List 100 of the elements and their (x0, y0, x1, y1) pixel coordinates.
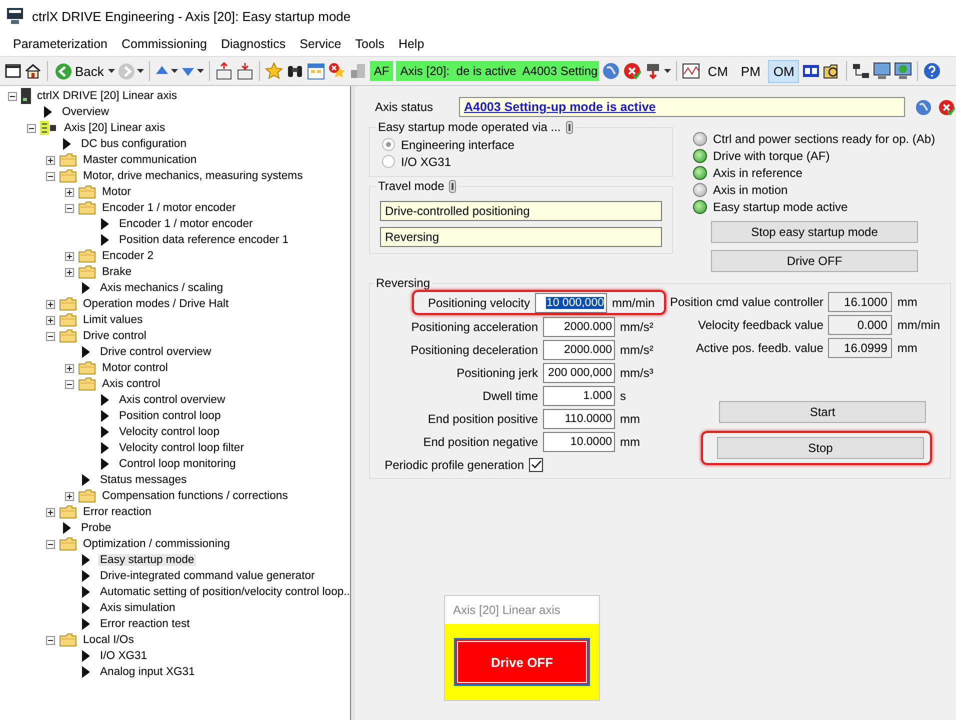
tree-item[interactable]: Position data reference encoder 1 (117, 234, 291, 246)
tree-item[interactable]: Brake (100, 266, 134, 278)
tree-item[interactable]: Compensation functions / corrections (100, 490, 290, 502)
collapse-icon[interactable] (8, 92, 17, 100)
arrow-up-icon[interactable] (154, 65, 169, 77)
action-button[interactable]: Start (719, 401, 926, 423)
menu-item[interactable]: Tools (348, 37, 392, 51)
chart-icon[interactable] (682, 63, 700, 79)
tree-item[interactable]: ctrlX DRIVE [20] Linear axis (35, 90, 180, 102)
menu-item[interactable]: Service (292, 37, 348, 51)
caret-icon[interactable] (136, 69, 144, 73)
collapse-icon[interactable] (46, 332, 55, 340)
tree-item[interactable]: Easy startup mode (98, 554, 196, 566)
action-button[interactable]: Drive OFF (711, 250, 918, 272)
tree-item[interactable]: Overview (60, 106, 112, 118)
tree-item[interactable]: Control loop monitoring (117, 458, 238, 470)
globe-icon[interactable] (915, 98, 932, 116)
tree-item[interactable]: Axis control overview (117, 394, 228, 406)
input-field[interactable]: 2000.000 (543, 316, 615, 336)
arrow-down-icon[interactable] (180, 65, 195, 77)
network-icon[interactable] (852, 62, 870, 80)
globe-icon[interactable] (602, 62, 620, 80)
tree-item[interactable]: Master communication (81, 154, 199, 166)
tree-item[interactable]: Drive control overview (98, 346, 214, 358)
mode-button[interactable]: PM (736, 60, 766, 82)
tree-item[interactable]: Optimization / commissioning (81, 538, 232, 550)
computer-sync-icon[interactable] (894, 62, 912, 80)
expand-icon[interactable] (46, 508, 55, 516)
expand-icon[interactable] (65, 188, 74, 196)
caret-icon[interactable] (196, 69, 204, 73)
input-field[interactable]: 10.0000 (543, 432, 615, 452)
collapse-icon[interactable] (27, 124, 36, 132)
window-icon[interactable] (5, 63, 21, 79)
star-error-icon[interactable] (328, 62, 346, 80)
action-button[interactable]: Stop easy startup mode (711, 221, 918, 243)
input-field[interactable]: 10 000,000 (535, 292, 607, 312)
tree-item[interactable]: Position control loop (117, 410, 223, 422)
menu-item[interactable]: Parameterization (6, 37, 114, 51)
mode-button[interactable]: OM (768, 60, 800, 82)
collapse-icon[interactable] (65, 380, 74, 388)
computer-icon[interactable] (873, 62, 892, 80)
tree-item[interactable]: Motor, drive mechanics, measuring systems (81, 170, 305, 182)
tree-item[interactable]: Status messages (98, 474, 189, 486)
input-field[interactable]: 2000.000 (543, 340, 615, 360)
expand-icon[interactable] (46, 156, 55, 164)
document-upload-icon[interactable] (214, 62, 233, 80)
checkbox[interactable] (529, 458, 543, 472)
star-icon[interactable] (264, 62, 283, 80)
collapse-icon[interactable] (46, 636, 55, 644)
tree-item[interactable]: Axis mechanics / scaling (98, 282, 226, 294)
expand-icon[interactable] (46, 316, 55, 324)
mode-button[interactable]: CM (702, 60, 733, 82)
tree-item[interactable]: Axis [20] Linear axis (62, 122, 168, 134)
tree-item[interactable]: I/O XG31 (98, 650, 150, 662)
input-field[interactable]: 110.0000 (543, 408, 615, 428)
action-button[interactable]: Stop (717, 437, 924, 459)
expand-icon[interactable] (65, 492, 74, 500)
menu-item[interactable]: Commissioning (114, 37, 214, 51)
radio-button[interactable] (382, 155, 395, 168)
tree-item[interactable]: Error reaction (81, 506, 154, 518)
tree-item[interactable]: Probe (79, 522, 114, 534)
home-icon[interactable] (24, 63, 42, 79)
tree-item[interactable]: Drive control (81, 330, 148, 342)
tree-item[interactable]: Encoder 1 / motor encoder (117, 218, 255, 230)
tree-item[interactable]: Local I/Os (81, 634, 136, 646)
expand-icon[interactable] (65, 364, 74, 372)
tree-item[interactable]: Axis simulation (98, 602, 178, 614)
tree-item[interactable]: Motor (100, 186, 133, 198)
parameter-icon[interactable] (802, 64, 820, 78)
menu-item[interactable]: Help (391, 37, 432, 51)
document-download-icon[interactable] (236, 62, 254, 80)
tree-item[interactable]: Drive-integrated command value generator (98, 570, 317, 582)
tree-item[interactable]: Motor control (100, 362, 170, 374)
tree-item[interactable]: Axis control (100, 378, 162, 390)
caret-icon[interactable] (664, 69, 671, 73)
expand-icon[interactable] (65, 252, 74, 260)
tree-item[interactable]: Automatic setting of position/velocity control loop... (98, 586, 356, 598)
radio-button[interactable] (382, 138, 395, 151)
expand-icon[interactable] (46, 300, 55, 308)
input-field[interactable]: 200 000,000 (543, 362, 615, 382)
error-check-icon[interactable] (622, 62, 641, 80)
collapse-icon[interactable] (46, 172, 55, 180)
collapse-icon[interactable] (46, 540, 55, 548)
error-check-icon[interactable] (938, 98, 955, 116)
menu-item[interactable]: Diagnostics (214, 37, 293, 51)
status-link[interactable]: A4003 Setting-up mode is active (464, 100, 656, 114)
tree-item[interactable]: DC bus configuration (79, 138, 188, 150)
tree-item[interactable]: Error reaction test (98, 618, 192, 630)
tree-item[interactable]: Velocity control loop (117, 426, 222, 438)
input-field[interactable]: 1.000 (543, 386, 615, 406)
tree-item[interactable]: Velocity control loop filter (117, 442, 246, 454)
calendar-icon[interactable] (306, 62, 325, 80)
tree-item[interactable]: Encoder 2 (100, 250, 156, 262)
drive-off-button[interactable]: Drive OFF (454, 638, 590, 686)
caret-icon[interactable] (170, 69, 178, 73)
collapse-icon[interactable] (65, 204, 74, 212)
help-icon[interactable] (923, 62, 942, 80)
expand-icon[interactable] (65, 268, 74, 276)
tree-item[interactable]: Limit values (81, 314, 145, 326)
tree-item[interactable]: Operation modes / Drive Halt (81, 298, 231, 310)
